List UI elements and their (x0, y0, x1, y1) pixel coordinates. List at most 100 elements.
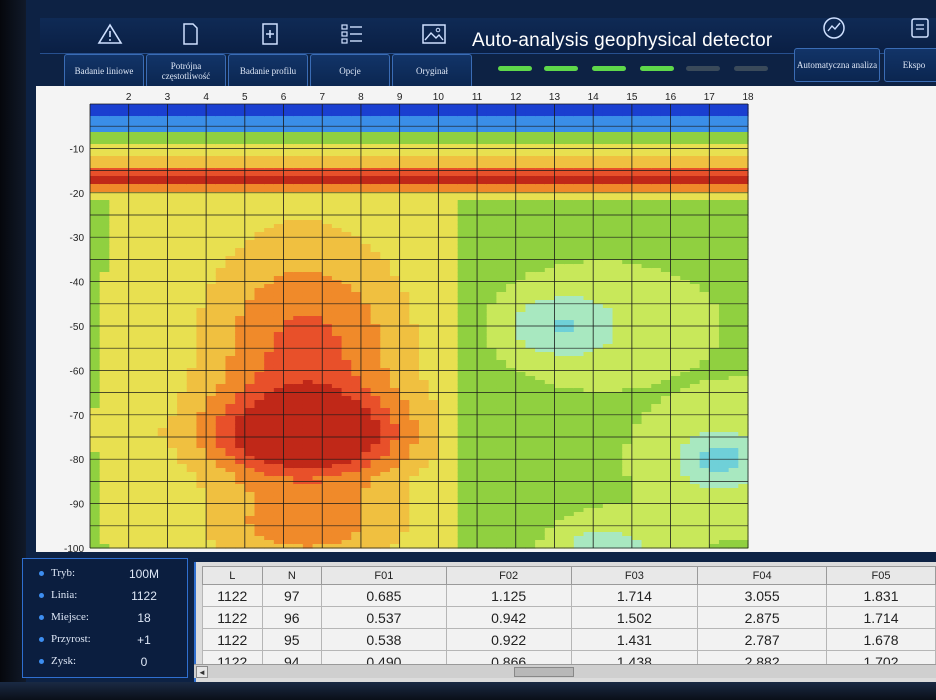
heatmap-cell (109, 240, 120, 245)
heatmap-cell (380, 336, 391, 341)
heatmap-cell (302, 492, 314, 497)
heatmap-cell (428, 348, 439, 353)
tab-automatyczna-analiza[interactable]: Automatyczna analiza (794, 48, 880, 82)
heatmap-cell (235, 260, 246, 265)
heatmap-cell (157, 484, 169, 489)
analysis-icon[interactable] (820, 16, 848, 40)
heatmap-cell (196, 104, 207, 109)
heatmap-cell (506, 416, 517, 421)
heatmap-cell (206, 296, 217, 301)
heatmap-cell (99, 396, 110, 401)
heatmap-cell (515, 308, 527, 313)
heatmap-cell (477, 440, 488, 445)
tab-badanie-profilu[interactable]: Badanie profilu (228, 54, 308, 88)
heatmap-cell (438, 176, 449, 181)
tab-eksport[interactable]: Ekspo (884, 48, 936, 82)
heatmap-cell (341, 144, 352, 149)
heatmap-cell (419, 256, 430, 261)
heatmap-cell (360, 468, 372, 473)
heatmap-cell (419, 196, 430, 201)
heatmap-cell (428, 356, 439, 361)
heatmap-cell (148, 144, 159, 149)
tab-badanie-liniowe[interactable]: Badanie liniowe (64, 54, 144, 88)
list-icon[interactable] (338, 22, 366, 46)
heatmap-cell (109, 508, 120, 513)
heatmap-cell (186, 496, 198, 501)
heatmap-cell (302, 244, 314, 249)
heatmap-cell (331, 276, 343, 281)
heatmap-cell (157, 200, 169, 205)
heatmap-cell (225, 156, 236, 161)
heatmap-cell (90, 444, 101, 449)
heatmap-cell (360, 184, 372, 189)
heatmap-cell (467, 116, 478, 121)
tab-opcje[interactable]: Opcje (310, 54, 390, 88)
heatmap-cell (515, 196, 527, 201)
heatmap-cell (351, 388, 362, 393)
heatmap-cell (486, 536, 498, 541)
heatmap-cell (515, 232, 527, 237)
heatmap-cell (128, 416, 139, 421)
heatmap-cell (409, 464, 420, 469)
heatmap-cell (312, 352, 323, 357)
heatmap-cell (177, 424, 188, 429)
heatmap-cell (389, 332, 401, 337)
heatmap-cell (196, 456, 207, 461)
heatmap-cell (293, 132, 304, 137)
heatmap-cell (119, 156, 130, 161)
heatmap-cell (177, 536, 188, 541)
heatmap-cell (341, 312, 352, 317)
heatmap-cell (186, 284, 198, 289)
heatmap-cell (506, 524, 517, 529)
heatmap-cell (506, 104, 517, 109)
heatmap-cell (302, 260, 314, 265)
heatmap-cell (419, 292, 430, 297)
heatmap-cell (370, 492, 381, 497)
heatmap-cell (119, 384, 130, 389)
heatmap-cell (244, 132, 256, 137)
heatmap-cell (360, 512, 372, 517)
heatmap-chart[interactable]: 2 3 4 5 6 7 8 9 10 11 12 13 14 15 16 17 18-10-20-30-40-5… (36, 86, 936, 552)
export-icon[interactable] (906, 16, 934, 40)
heatmap-cell (235, 308, 246, 313)
heatmap-cell (486, 268, 498, 273)
heatmap-cell (99, 352, 110, 357)
document-icon[interactable] (176, 22, 204, 46)
heatmap-cell (389, 380, 401, 385)
heatmap-cell (90, 440, 101, 445)
heatmap-cell (215, 536, 227, 541)
tab-oryginal[interactable]: Oryginał (392, 54, 472, 88)
heatmap-cell (264, 264, 275, 269)
warning-icon[interactable] (96, 22, 124, 46)
heatmap-cell (235, 516, 246, 521)
heatmap-cell (438, 200, 449, 205)
heatmap-cell (254, 104, 265, 109)
heatmap-cell (177, 208, 188, 213)
heatmap-cell (283, 136, 294, 141)
heatmap-cell (273, 352, 285, 357)
heatmap-cell (283, 216, 294, 221)
heatmap-cell (244, 440, 256, 445)
heatmap-cell (486, 228, 498, 233)
heatmap-cell (186, 240, 198, 245)
heatmap-cell (148, 232, 159, 237)
image-icon[interactable] (420, 22, 448, 46)
heatmap-cell (331, 460, 343, 465)
heatmap-cell (225, 232, 236, 237)
heatmap-cell (273, 272, 285, 277)
heatmap-cell (99, 236, 110, 241)
heatmap-cell (206, 508, 217, 513)
heatmap-cell (177, 364, 188, 369)
heatmap-cell (225, 524, 236, 529)
heatmap-cell (148, 348, 159, 353)
heatmap-cell (273, 128, 285, 133)
heatmap-cell (215, 260, 227, 265)
heatmap-cell (399, 276, 410, 281)
heatmap-cell (119, 112, 130, 117)
tab-potrojna-czestotliwosc[interactable]: Potrójna częstotliwość (146, 54, 226, 88)
heatmap-cell (177, 328, 188, 333)
heatmap-cell (496, 180, 507, 185)
heatmap-cell (119, 160, 130, 165)
heatmap-cell (496, 232, 507, 237)
new-file-icon[interactable] (256, 22, 284, 46)
